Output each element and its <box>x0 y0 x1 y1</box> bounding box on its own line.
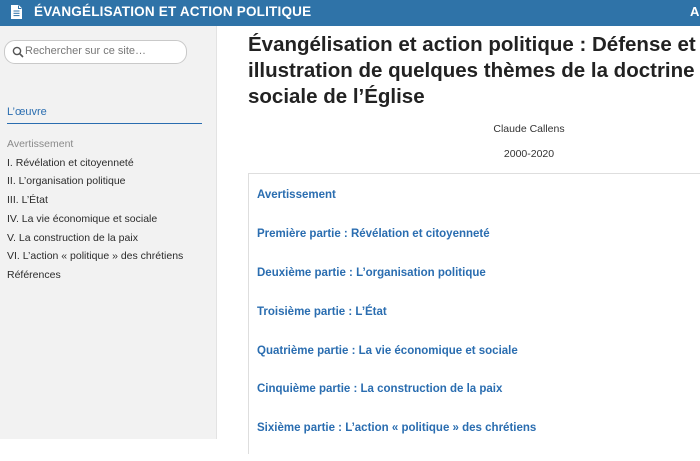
part-link-6[interactable]: Sixième partie : L’action « politique » … <box>257 422 536 461</box>
sidebar-item-references[interactable]: Références <box>7 266 183 285</box>
part-link-3[interactable]: Troisième partie : L’État <box>257 306 536 345</box>
section-divider <box>7 123 202 124</box>
sidebar-item-part-5[interactable]: V. La construction de la paix <box>7 229 183 248</box>
search-icon <box>12 46 24 58</box>
parts-list-box: Avertissement Première partie : Révélati… <box>248 173 700 454</box>
part-link-2[interactable]: Deuxième partie : L’organisation politiq… <box>257 267 536 306</box>
part-link-avertissement[interactable]: Avertissement <box>257 189 536 228</box>
site-title[interactable]: ÉVANGÉLISATION ET ACTION POLITIQUE <box>34 4 311 19</box>
parts-list: Avertissement Première partie : Révélati… <box>257 189 536 461</box>
page-title: Évangélisation et action politique : Déf… <box>248 33 696 108</box>
sidebar-item-part-2[interactable]: II. L’organisation politique <box>7 172 183 191</box>
sidebar: L’œuvre Avertissement I. Révélation et c… <box>0 26 217 439</box>
top-bar: ÉVANGÉLISATION ET ACTION POLITIQUE A <box>0 0 700 26</box>
search-box[interactable] <box>4 40 187 64</box>
main-content: Évangélisation et action politique : Déf… <box>216 26 700 454</box>
date-range: 2000-2020 <box>503 148 555 160</box>
part-link-5[interactable]: Cinquième partie : La construction de la… <box>257 383 536 422</box>
section-oeuvre-link[interactable]: L’œuvre <box>7 106 47 118</box>
sidebar-item-avertissement[interactable]: Avertissement <box>7 135 183 154</box>
sidebar-item-part-3[interactable]: III. L’État <box>7 191 183 210</box>
part-link-4[interactable]: Quatrième partie : La vie économique et … <box>257 345 536 384</box>
sidebar-toc: Avertissement I. Révélation et citoyenne… <box>7 135 183 285</box>
document-icon <box>11 5 22 19</box>
part-link-1[interactable]: Première partie : Révélation et citoyenn… <box>257 228 536 267</box>
author: Claude Callens <box>493 123 565 135</box>
header-right-text[interactable]: A <box>690 4 699 19</box>
search-input[interactable] <box>25 43 180 59</box>
sidebar-item-part-4[interactable]: IV. La vie économique et sociale <box>7 210 183 229</box>
sidebar-item-part-6[interactable]: VI. L’action « politique » des chrétiens <box>7 247 183 266</box>
sidebar-item-part-1[interactable]: I. Révélation et citoyenneté <box>7 154 183 173</box>
